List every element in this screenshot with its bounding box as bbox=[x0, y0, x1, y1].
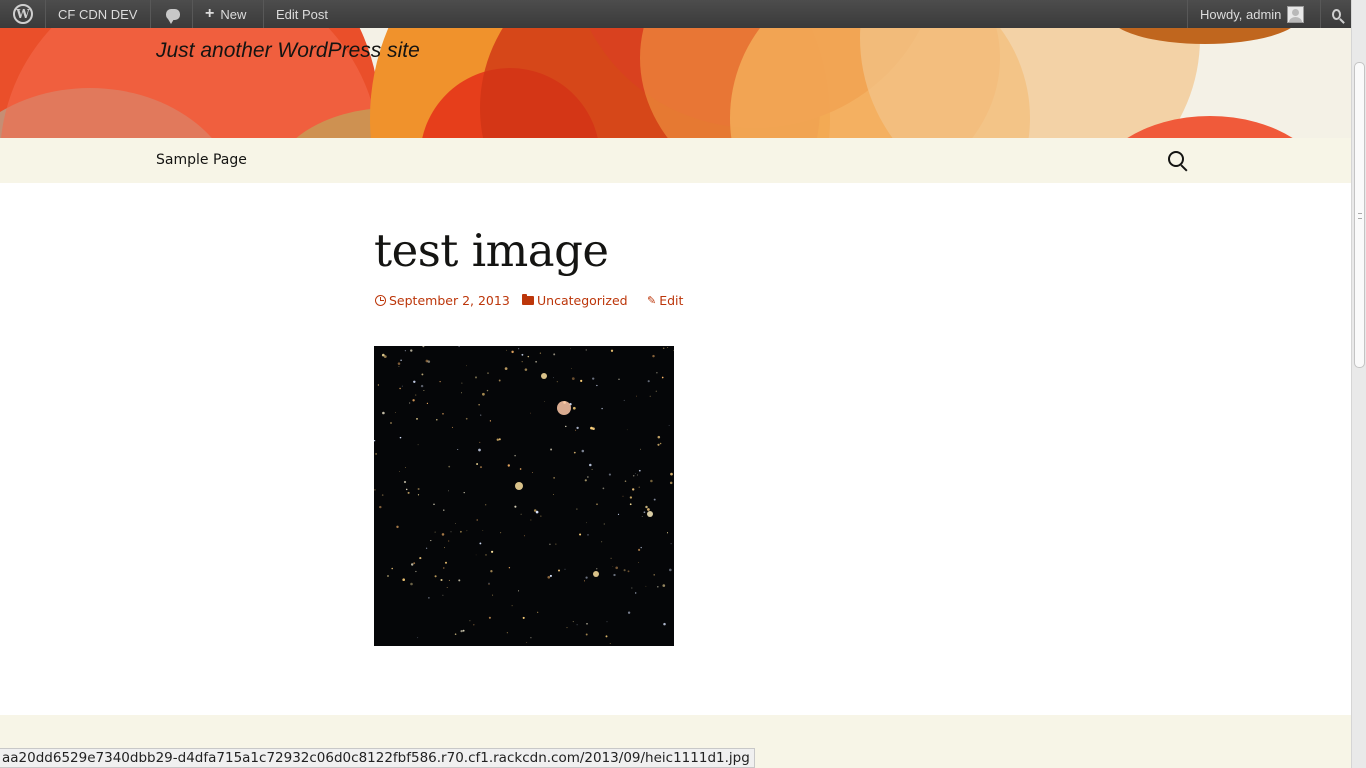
wordpress-logo-menu[interactable]: W bbox=[2, 0, 44, 28]
site-name-link[interactable]: CF CDN DEV bbox=[48, 0, 147, 28]
admin-bar-divider bbox=[45, 0, 46, 28]
pencil-icon: ✎ bbox=[647, 294, 657, 307]
post-edit-link[interactable]: ✎ Edit bbox=[647, 293, 683, 308]
comment-bubble-icon bbox=[166, 8, 180, 24]
post-title: test image bbox=[374, 224, 609, 277]
new-content-label: New bbox=[220, 6, 247, 22]
clock-icon bbox=[375, 295, 386, 306]
my-account-menu[interactable]: Howdy, admin bbox=[1190, 0, 1314, 28]
site-tagline: Just another WordPress site bbox=[156, 39, 420, 62]
status-url: aa20dd6529e7340dbb29-d4dfa715a1c72932c06… bbox=[2, 750, 750, 766]
search-icon bbox=[1332, 8, 1341, 20]
galaxy-cluster-image bbox=[374, 346, 674, 644]
folder-icon bbox=[522, 294, 534, 305]
admin-bar-divider bbox=[150, 0, 151, 28]
wordpress-logo-icon: W bbox=[13, 4, 33, 24]
scrollbar-thumb[interactable] bbox=[1354, 62, 1365, 368]
admin-bar-divider bbox=[1187, 0, 1188, 28]
admin-search-button[interactable] bbox=[1322, 0, 1351, 28]
post-category: Uncategorized bbox=[537, 293, 628, 308]
post-date-link[interactable]: September 2, 2013 bbox=[375, 293, 510, 308]
post-date: September 2, 2013 bbox=[389, 293, 510, 308]
edit-post-link[interactable]: Edit Post bbox=[266, 0, 338, 28]
admin-bar: W CF CDN DEV + New Edit Post Howdy, admi… bbox=[0, 0, 1351, 28]
site-name-label: CF CDN DEV bbox=[58, 6, 138, 22]
edit-post-label: Edit Post bbox=[276, 6, 329, 22]
admin-bar-divider bbox=[192, 0, 193, 28]
page-scrollbar[interactable] bbox=[1351, 0, 1366, 768]
new-content-button[interactable]: + New bbox=[195, 0, 256, 28]
avatar bbox=[1287, 5, 1305, 23]
post-edit-label: Edit bbox=[659, 293, 684, 308]
admin-bar-divider bbox=[263, 0, 264, 28]
howdy-label: Howdy, admin bbox=[1200, 6, 1282, 22]
search-toggle-button[interactable] bbox=[1166, 149, 1190, 173]
browser-status-bar: aa20dd6529e7340dbb29-d4dfa715a1c72932c06… bbox=[0, 748, 755, 768]
scrollbar-grip-icon bbox=[1358, 213, 1362, 219]
admin-bar-divider bbox=[1320, 0, 1321, 28]
site-header[interactable]: Just another WordPress site bbox=[0, 28, 1351, 138]
plus-icon: + bbox=[205, 5, 215, 22]
post-category-link[interactable]: Uncategorized bbox=[522, 293, 628, 308]
comments-button[interactable] bbox=[155, 0, 191, 28]
nav-item-sample-page[interactable]: Sample Page bbox=[156, 152, 247, 168]
post-image[interactable] bbox=[374, 346, 674, 646]
navigation-bar: Sample Page bbox=[0, 138, 1351, 183]
